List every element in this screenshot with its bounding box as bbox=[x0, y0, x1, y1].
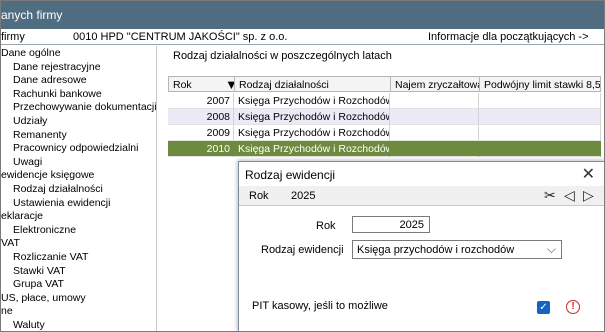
scissors-icon[interactable]: ✂ bbox=[544, 187, 556, 204]
tree-item[interactable]: US, płace, umowy bbox=[1, 292, 86, 306]
tree-item[interactable]: Ustawienia ewidencji bbox=[13, 197, 110, 211]
info-icon[interactable]: ! bbox=[566, 300, 580, 314]
tree-item[interactable]: Rachunki bankowe bbox=[13, 88, 102, 102]
tree-item[interactable]: Przechowywanie dokumentacji bbox=[13, 101, 157, 115]
window-title: anych firmy bbox=[1, 8, 63, 22]
tree-item[interactable]: ewidencje księgowe bbox=[1, 169, 94, 183]
record-type-select[interactable]: Księga przychodów i rozchodów ⌵ bbox=[352, 240, 562, 259]
table-row[interactable]: 2007 Księga Przychodów i Rozchodów bbox=[168, 93, 601, 109]
table-cell: Księga Przychodów i Rozchodów bbox=[234, 109, 390, 125]
toolbar-year-label: Rok bbox=[249, 190, 269, 202]
tree-item[interactable]: Dane ogólne bbox=[1, 47, 61, 61]
section-title: Rodzaj działalności w poszczególnych lat… bbox=[173, 50, 392, 62]
tree-item[interactable]: Grupa VAT bbox=[13, 278, 64, 292]
dialog-title-bar: Rodzaj ewidencji ✕ bbox=[239, 162, 604, 186]
table-cell bbox=[479, 109, 601, 125]
pit-label: PIT kasowy, jeśli to możliwe bbox=[252, 300, 388, 312]
tree-item[interactable]: Pracownicy odpowiedzialni bbox=[13, 142, 138, 156]
settings-tree: Dane ogólne Dane rejestracyjne Dane adreso… bbox=[1, 46, 157, 331]
company-info-bar: firmy 0010 HPD "CENTRUM JAKOŚCI" sp. z o… bbox=[1, 29, 604, 45]
table-row[interactable]: 2009 Księga Przychodów i Rozchodów bbox=[168, 125, 601, 141]
table-cell: Księga Przychodów i Rozchodów bbox=[234, 93, 390, 109]
tree-item[interactable]: Dane adresowe bbox=[13, 74, 87, 88]
tree-item[interactable]: VAT bbox=[1, 237, 20, 251]
table-cell: 2010 bbox=[168, 141, 234, 157]
table-row[interactable]: 2010 Księga Przychodów i Rozchodów bbox=[168, 141, 601, 157]
tree-item[interactable]: Stawki VAT bbox=[13, 265, 66, 279]
chevron-down-icon: ⌵ bbox=[546, 242, 556, 256]
tree-item[interactable]: Remanenty bbox=[13, 129, 67, 143]
table-cell bbox=[479, 141, 601, 157]
table-cell: 2007 bbox=[168, 93, 234, 109]
tree-item[interactable]: Uwagi bbox=[13, 156, 42, 170]
table-cell: 2008 bbox=[168, 109, 234, 125]
tree-item[interactable]: eklaracje bbox=[1, 210, 43, 224]
table-cell bbox=[390, 109, 479, 125]
company-label: firmy bbox=[1, 31, 25, 43]
tree-item[interactable]: Waluty bbox=[13, 319, 45, 331]
pit-checkbox[interactable]: ✓ bbox=[537, 301, 550, 314]
tree-item[interactable]: Udziały bbox=[13, 115, 47, 129]
help-link[interactable]: Informacje dla początkujących -> bbox=[428, 31, 589, 43]
table-cell bbox=[390, 93, 479, 109]
column-header-limit[interactable]: Podwójny limit stawki 8,5% bbox=[479, 76, 601, 92]
previous-icon[interactable]: ◁ bbox=[564, 187, 575, 204]
record-type-label: Rodzaj ewidencji bbox=[261, 244, 344, 256]
app-window: anych firmy firmy 0010 HPD "CENTRUM JAKO… bbox=[0, 0, 605, 332]
sort-down-icon: ▼ bbox=[225, 77, 234, 91]
table-cell: Księga Przychodów i Rozchodów bbox=[234, 125, 390, 141]
table-cell bbox=[479, 125, 601, 141]
next-icon[interactable]: ▷ bbox=[583, 187, 594, 204]
tree-item[interactable]: Rodzaj działalności bbox=[13, 183, 103, 197]
column-header-year[interactable]: Rok ▼ bbox=[168, 76, 234, 92]
table-cell: Księga Przychodów i Rozchodów bbox=[234, 141, 390, 157]
year-input[interactable]: 2025 bbox=[352, 216, 430, 233]
table-row[interactable]: 2008 Księga Przychodów i Rozchodów bbox=[168, 109, 601, 125]
tree-item[interactable]: Elektroniczne bbox=[13, 224, 76, 238]
toolbar-year-value: 2025 bbox=[291, 190, 316, 202]
dialog-toolbar: Rok 2025 ✂ ◁ ▷ bbox=[239, 186, 604, 206]
column-header-type[interactable]: Rodzaj działalności bbox=[234, 76, 390, 92]
table-cell bbox=[390, 141, 479, 157]
column-header-rent[interactable]: Najem zryczałtowany bbox=[390, 76, 479, 92]
record-type-dialog: Rodzaj ewidencji ✕ Rok 2025 ✂ ◁ ▷ Rok 20… bbox=[238, 161, 604, 331]
company-name: 0010 HPD "CENTRUM JAKOŚCI" sp. z o.o. bbox=[73, 31, 288, 43]
table-cell: 2009 bbox=[168, 125, 234, 141]
tree-item[interactable]: Rozliczanie VAT bbox=[13, 251, 88, 265]
tree-item[interactable]: Dane rejestracyjne bbox=[13, 61, 101, 75]
title-bar: anych firmy bbox=[1, 1, 604, 29]
close-icon[interactable]: ✕ bbox=[582, 164, 595, 184]
table-cell bbox=[390, 125, 479, 141]
dialog-title: Rodzaj ewidencji bbox=[245, 168, 336, 182]
table-cell bbox=[479, 93, 601, 109]
year-label: Rok bbox=[316, 220, 336, 232]
tree-item[interactable]: ne bbox=[1, 305, 13, 319]
